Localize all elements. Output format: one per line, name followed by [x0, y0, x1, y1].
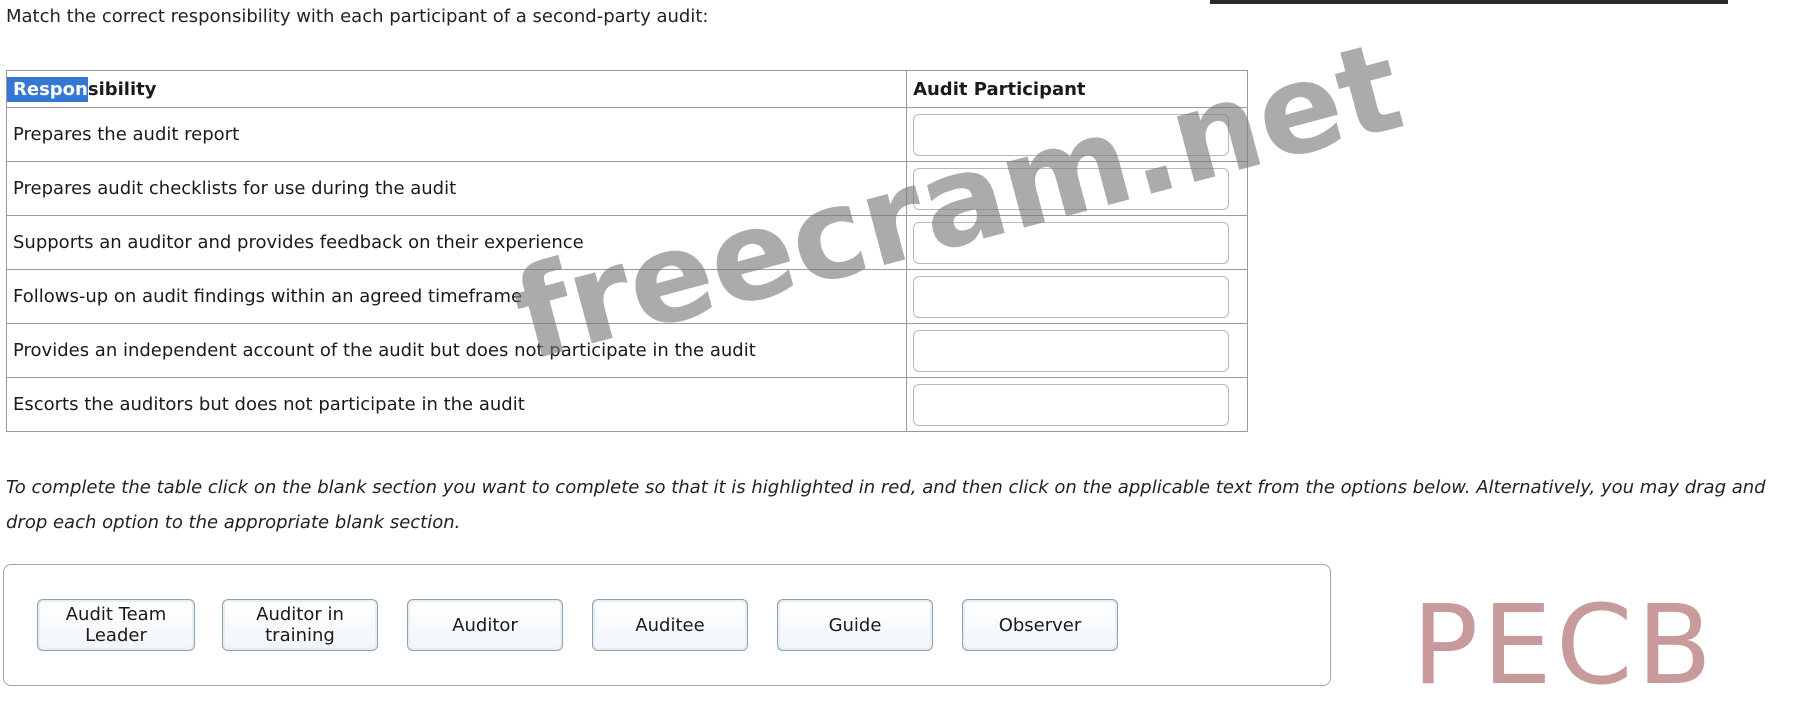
question-text: Match the correct responsibility with ea… — [6, 6, 709, 27]
table-header-row: Responsibility Audit Participant — [5, 70, 1248, 108]
top-edge-image-strip — [1210, 0, 1728, 4]
table-row: Supports an auditor and provides feedbac… — [5, 215, 1248, 270]
responsibility-cell: Supports an auditor and provides feedbac… — [5, 215, 908, 270]
table-row: Prepares the audit report — [5, 107, 1248, 162]
participant-cell — [906, 323, 1248, 378]
option-observer[interactable]: Observer — [962, 599, 1118, 651]
participant-drop-slot[interactable] — [913, 383, 1230, 426]
participant-cell — [906, 215, 1248, 270]
participant-drop-slot[interactable] — [913, 329, 1230, 372]
responsibility-cell: Follows-up on audit findings within an a… — [5, 269, 908, 324]
options-panel: Audit Team Leader Auditor in training Au… — [3, 564, 1331, 686]
participant-drop-slot[interactable] — [913, 167, 1230, 210]
option-guide[interactable]: Guide — [777, 599, 933, 651]
responsibility-cell: Prepares the audit report — [5, 107, 908, 162]
table-row: Escorts the auditors but does not partic… — [5, 377, 1248, 432]
instructions-text: To complete the table click on the blank… — [6, 477, 1766, 533]
matching-table: Responsibility Audit Participant Prepare… — [5, 70, 1248, 432]
table-row: Prepares audit checklists for use during… — [5, 161, 1248, 216]
participant-cell — [906, 107, 1248, 162]
header-audit-participant: Audit Participant — [906, 70, 1248, 108]
header-responsibility: Responsibility — [5, 70, 908, 108]
option-auditor[interactable]: Auditor — [407, 599, 563, 651]
pecb-logo: PECB — [1412, 581, 1717, 709]
responsibility-cell: Prepares audit checklists for use during… — [5, 161, 908, 216]
table-row: Provides an independent account of the a… — [5, 323, 1248, 378]
option-auditee[interactable]: Auditee — [592, 599, 748, 651]
participant-cell — [906, 377, 1248, 432]
option-auditor-in-training[interactable]: Auditor in training — [222, 599, 378, 651]
participant-drop-slot[interactable] — [913, 221, 1230, 264]
participant-cell — [906, 269, 1248, 324]
table-row: Follows-up on audit findings within an a… — [5, 269, 1248, 324]
header-selection-highlight: Respon — [7, 76, 88, 102]
responsibility-cell: Provides an independent account of the a… — [5, 323, 908, 378]
participant-drop-slot[interactable] — [913, 113, 1230, 156]
responsibility-cell: Escorts the auditors but does not partic… — [5, 377, 908, 432]
header-responsibility-rest: sibility — [87, 78, 157, 100]
option-audit-team-leader[interactable]: Audit Team Leader — [37, 599, 195, 651]
participant-drop-slot[interactable] — [913, 275, 1230, 318]
participant-cell — [906, 161, 1248, 216]
